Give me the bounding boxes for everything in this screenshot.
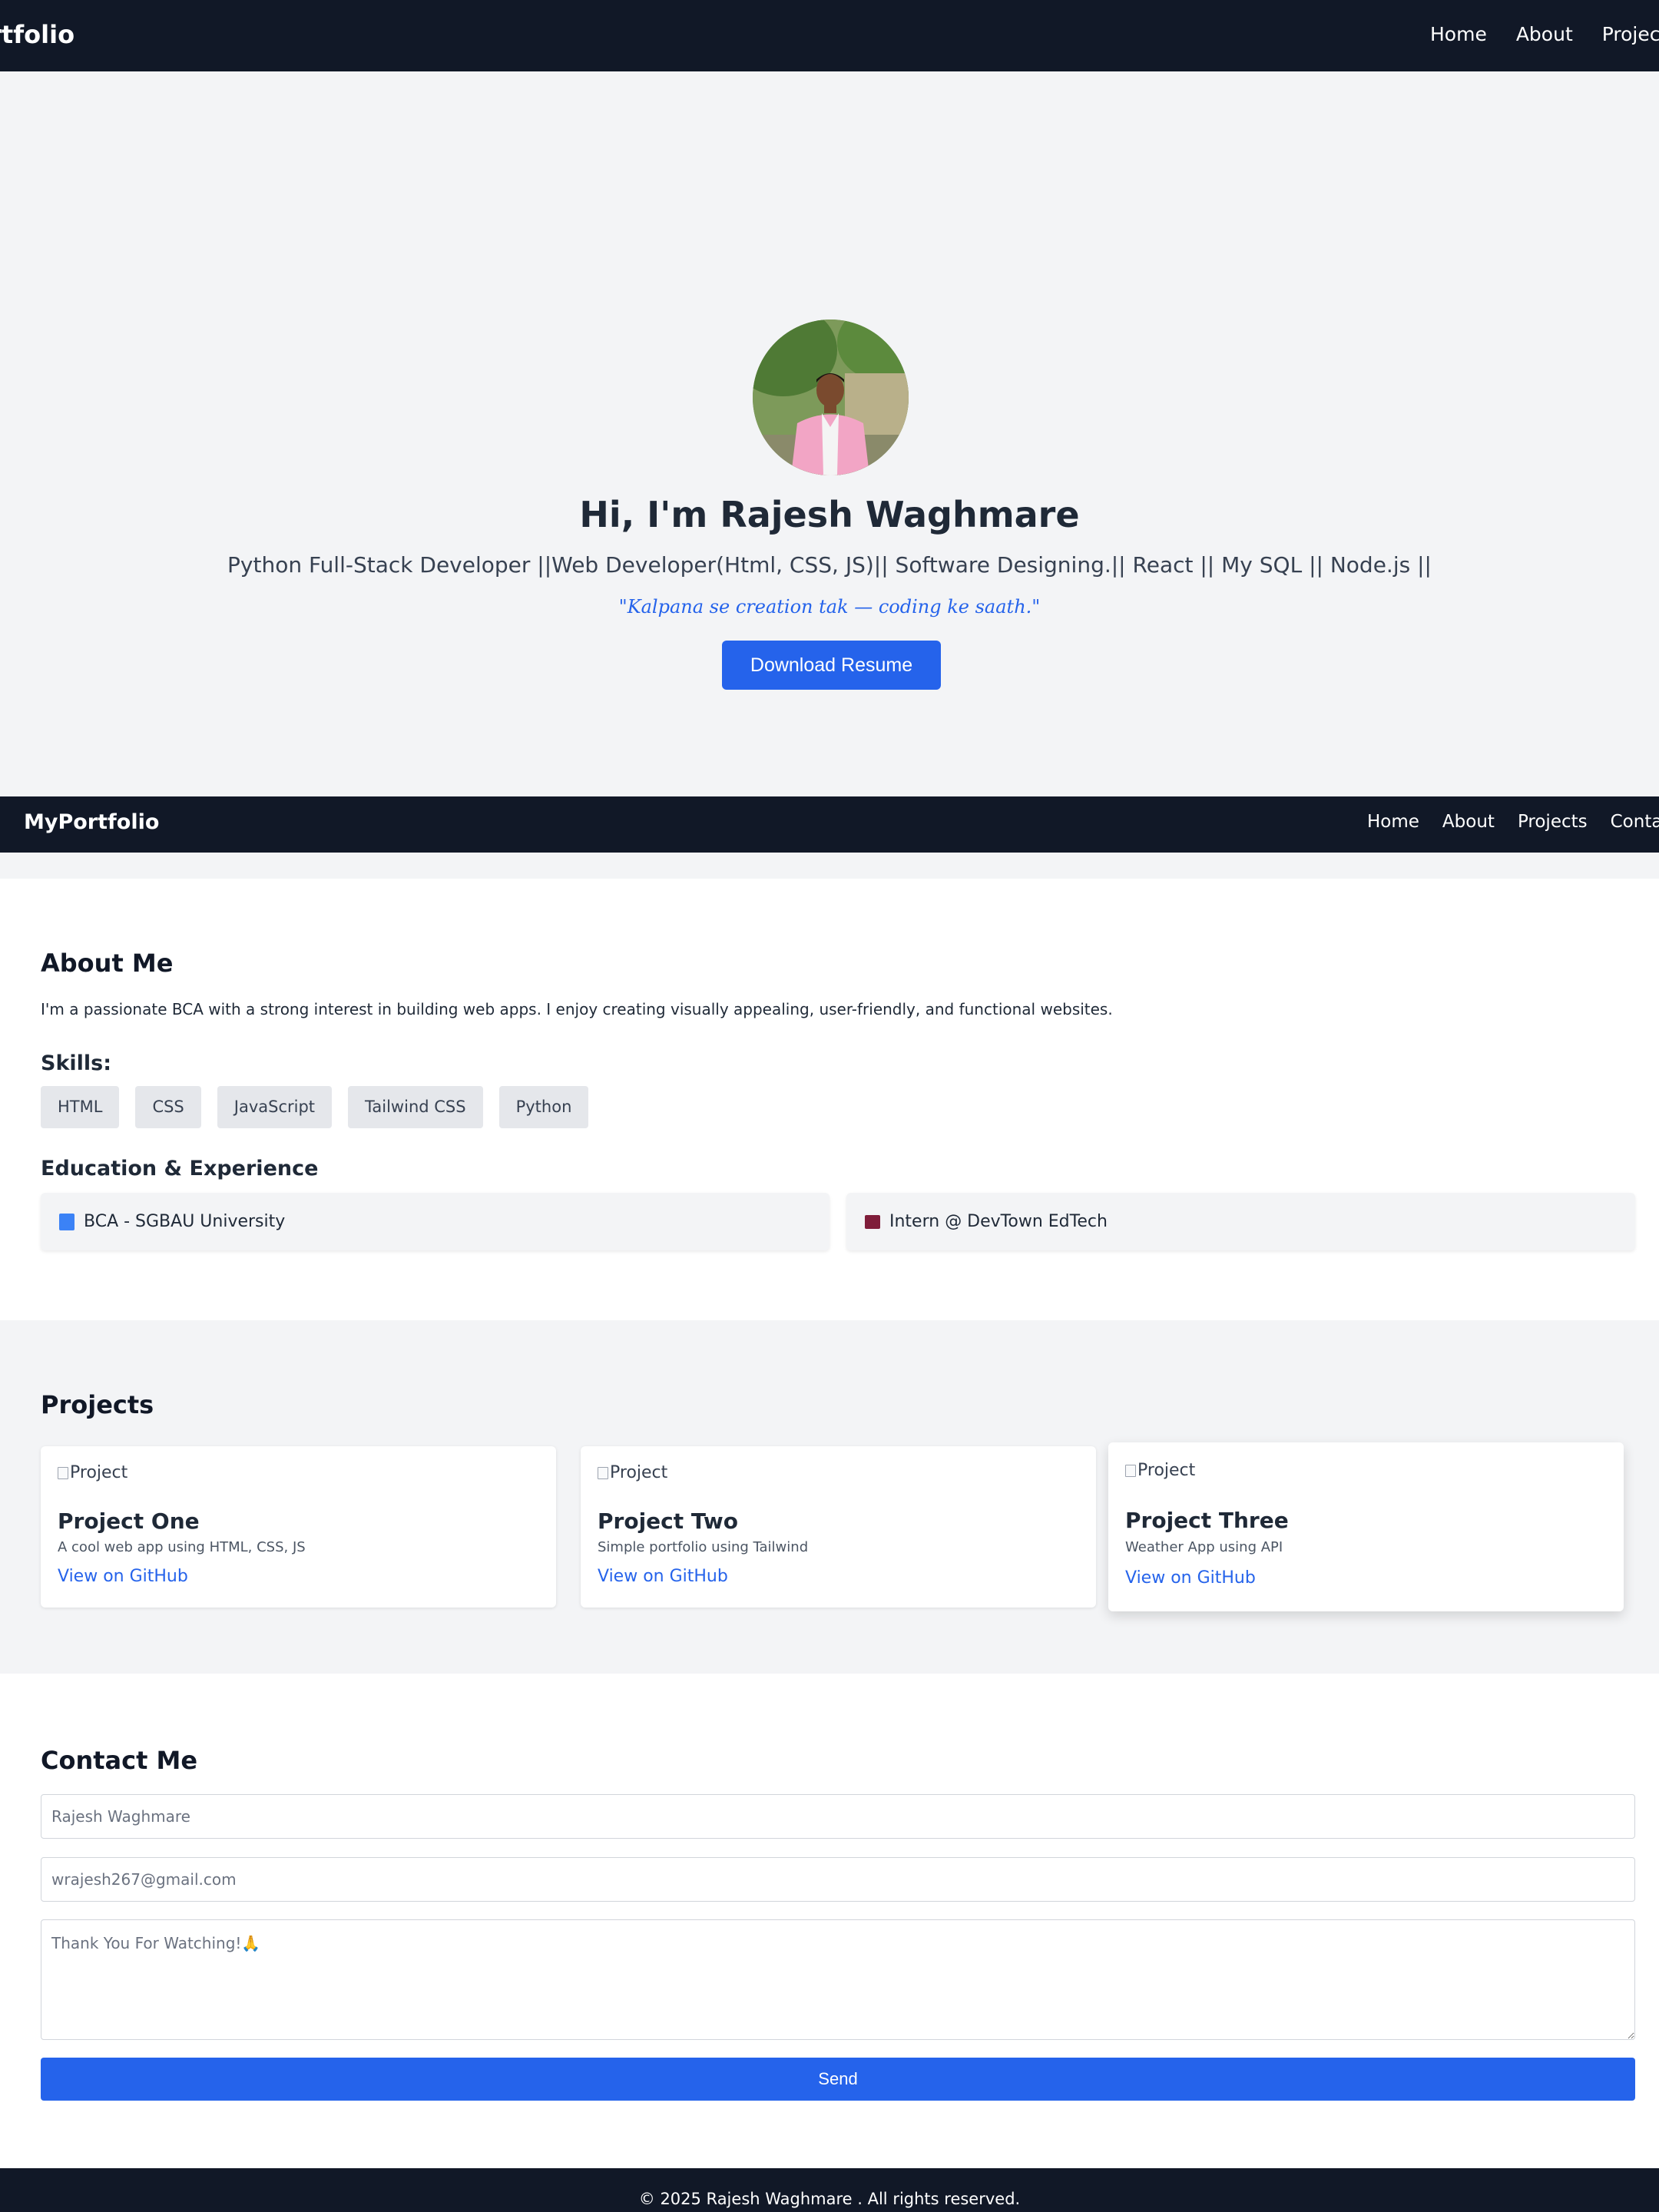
download-resume-button[interactable]: Download Resume — [722, 641, 941, 690]
profile-photo-illustration — [753, 320, 909, 475]
footer-copyright: © 2025 Rajesh Waghmare . All rights rese… — [638, 2190, 1021, 2208]
project-name: Project One — [58, 1508, 200, 1534]
broken-image-icon — [598, 1466, 608, 1479]
about-text: I'm a passionate BCA with a strong inter… — [41, 1000, 1113, 1018]
project-card: Project Project Two Simple portfolio usi… — [581, 1446, 1096, 1608]
book-icon — [59, 1214, 75, 1230]
brand-logo[interactable]: MyPortfolio — [24, 810, 159, 834]
broken-image-icon — [58, 1466, 68, 1479]
education-text: BCA - SGBAU University — [84, 1212, 286, 1231]
nav-link-projects[interactable]: Projects — [1602, 23, 1659, 45]
top-nav-links: Home About Projects — [1430, 23, 1659, 45]
nav-link-projects[interactable]: Projects — [1518, 812, 1588, 832]
top-navbar: MyPortfolio Home About Projects — [0, 0, 1659, 71]
skills-title: Skills: — [41, 1051, 112, 1075]
experience-card: Intern @ DevTown EdTech — [846, 1193, 1635, 1250]
project-image-alt: Project — [70, 1463, 128, 1482]
experience-text: Intern @ DevTown EdTech — [889, 1212, 1108, 1231]
message-textarea[interactable] — [41, 1919, 1635, 2040]
contact-section: Contact Me Send — [0, 1674, 1659, 2168]
footer: © 2025 Rajesh Waghmare . All rights rese… — [0, 2168, 1659, 2212]
github-link[interactable]: View on GitHub — [598, 1567, 728, 1586]
skill-badge: HTML — [41, 1086, 120, 1128]
project-image: Project — [1125, 1461, 1195, 1480]
briefcase-icon — [865, 1215, 880, 1229]
brand-logo[interactable]: MyPortfolio — [0, 20, 75, 49]
send-button[interactable]: Send — [41, 2058, 1635, 2101]
education-title: Education & Experience — [41, 1157, 319, 1181]
hero-title: Hi, I'm Rajesh Waghmare — [579, 494, 1080, 535]
project-image-alt: Project — [610, 1463, 668, 1482]
main-navbar: MyPortfolio Home About Projects Contact — [0, 796, 1659, 853]
skill-badge: CSS — [135, 1086, 201, 1128]
hero-section: Hi, I'm Rajesh Waghmare Python Full-Stac… — [0, 71, 1659, 796]
project-image: Project — [58, 1463, 127, 1482]
project-name: Project Two — [598, 1508, 739, 1534]
project-name: Project Three — [1125, 1508, 1289, 1533]
skills-list: HTML CSS JavaScript Tailwind CSS Python — [41, 1086, 589, 1128]
name-input[interactable] — [41, 1794, 1635, 1839]
projects-title: Projects — [41, 1390, 154, 1419]
nav-links: Home About Projects Contact — [1367, 812, 1659, 832]
github-link[interactable]: View on GitHub — [1125, 1568, 1256, 1588]
github-link[interactable]: View on GitHub — [58, 1567, 188, 1586]
profile-photo — [753, 320, 909, 475]
section-divider — [0, 853, 1659, 879]
nav-link-home[interactable]: Home — [1367, 812, 1419, 832]
skill-badge: Tailwind CSS — [348, 1086, 483, 1128]
hero-quote: "Kalpana se creation tak — coding ke saa… — [618, 596, 1041, 618]
nav-link-home[interactable]: Home — [1430, 23, 1487, 45]
about-section: About Me I'm a passionate BCA with a str… — [0, 879, 1659, 1320]
education-card: BCA - SGBAU University — [41, 1193, 830, 1250]
project-image: Project — [598, 1463, 667, 1482]
nav-link-contact[interactable]: Contact — [1611, 812, 1659, 832]
about-title: About Me — [41, 949, 174, 978]
projects-section: Projects Project Project One A cool web … — [0, 1320, 1659, 1674]
project-image-alt: Project — [1137, 1461, 1196, 1480]
project-description: Simple portfolio using Tailwind — [598, 1539, 809, 1555]
contact-title: Contact Me — [41, 1746, 198, 1775]
project-card: Project Project One A cool web app using… — [41, 1446, 556, 1608]
project-description: A cool web app using HTML, CSS, JS — [58, 1539, 306, 1555]
skill-badge: JavaScript — [217, 1086, 333, 1128]
email-input[interactable] — [41, 1857, 1635, 1902]
skill-badge: Python — [498, 1086, 589, 1128]
project-card-hovered: Project Project Three Weather App using … — [1108, 1442, 1624, 1611]
project-description: Weather App using API — [1125, 1539, 1283, 1555]
hero-subtitle: Python Full-Stack Developer ||Web Develo… — [227, 552, 1432, 578]
nav-link-about[interactable]: About — [1516, 23, 1573, 45]
broken-image-icon — [1125, 1464, 1136, 1477]
nav-link-about[interactable]: About — [1442, 812, 1495, 832]
